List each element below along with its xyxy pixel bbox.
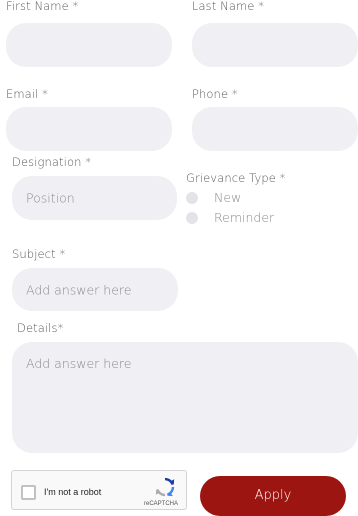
subject-label: Subject * <box>12 247 66 261</box>
designation-input[interactable]: Position <box>12 176 177 220</box>
email-input[interactable] <box>6 107 172 151</box>
grievance-type-label: Grievance Type * <box>186 171 286 185</box>
email-label: Email * <box>6 87 49 101</box>
last-name-label: Last Name * <box>192 0 265 13</box>
designation-placeholder: Position <box>26 190 75 206</box>
last-name-input[interactable] <box>192 23 358 67</box>
apply-button[interactable]: Apply <box>200 476 346 516</box>
phone-input[interactable] <box>192 107 358 151</box>
grievance-option-new[interactable]: New <box>186 190 306 206</box>
subject-input[interactable]: Add answer here <box>12 268 178 311</box>
recaptcha-logo-icon <box>155 477 175 497</box>
grievance-option-label: New <box>214 190 242 205</box>
grievance-option-reminder[interactable]: Reminder <box>186 210 306 226</box>
first-name-label: First Name * <box>6 0 79 13</box>
recaptcha-widget: I'm not a robot reCAPTCHA <box>11 470 187 510</box>
details-textarea[interactable]: Add answer here <box>12 342 358 453</box>
recaptcha-brand: reCAPTCHA <box>144 501 179 507</box>
recaptcha-label: I'm not a robot <box>44 487 102 497</box>
designation-label: Designation * <box>12 155 92 169</box>
first-name-input[interactable] <box>6 23 172 67</box>
subject-placeholder: Add answer here <box>26 282 132 297</box>
recaptcha-checkbox[interactable] <box>21 485 36 500</box>
radio-button[interactable] <box>186 212 198 224</box>
radio-button[interactable] <box>186 192 198 204</box>
grievance-option-label: Reminder <box>214 210 275 225</box>
details-label: Details* <box>17 321 64 335</box>
phone-label: Phone * <box>192 87 238 101</box>
details-placeholder: Add answer here <box>26 356 132 371</box>
